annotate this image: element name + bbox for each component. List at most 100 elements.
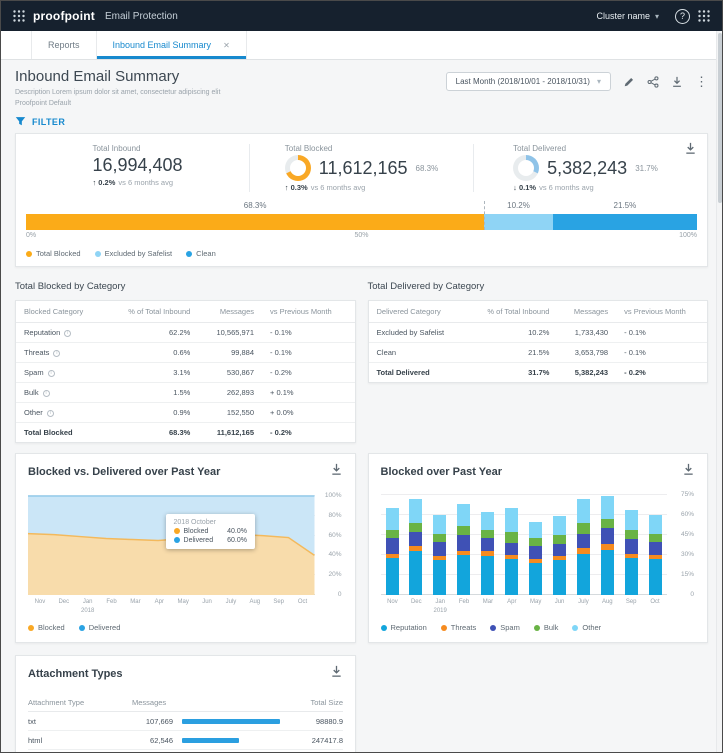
area-chart-x-axis: NovDecJan2018FebMarAprMayJunJulyAugSepOc… xyxy=(28,598,315,616)
attachments-download-icon[interactable] xyxy=(330,665,343,683)
cell-percent: 3.1% xyxy=(105,363,198,383)
filter-button[interactable]: FILTER xyxy=(15,116,708,127)
legend-label: Clean xyxy=(196,249,216,258)
area-chart-plot[interactable]: 100%80%60%40%20%02018 OctoberBlocked40.0… xyxy=(28,491,315,595)
stacked-bar-column[interactable] xyxy=(529,491,542,595)
stacked-bar[interactable] xyxy=(26,214,697,230)
stacked-bar-column[interactable] xyxy=(433,491,446,595)
stacked-bar-column[interactable] xyxy=(649,491,662,595)
cluster-name-label: Cluster name xyxy=(596,11,650,21)
y-axis-tick-label: 45% xyxy=(681,531,694,538)
legend-item: Clean xyxy=(186,249,216,258)
summary-card: Total Inbound 16,994,408 ↑ 0.2% vs 6 mon… xyxy=(15,133,708,267)
bar-segment-spam xyxy=(409,532,422,545)
area-chart-download-icon[interactable] xyxy=(330,463,343,481)
cell-messages: 530,867 xyxy=(198,363,262,383)
bar-segment-bulk xyxy=(481,530,494,538)
cell-category: Total Blocked xyxy=(16,423,105,443)
bar-segment[interactable] xyxy=(553,214,697,230)
up-arrow-icon: ↑ xyxy=(92,178,96,187)
download-icon[interactable] xyxy=(671,76,683,88)
attachment-types-card: Attachment Types Attachment Type Message… xyxy=(15,655,356,753)
info-icon[interactable]: i xyxy=(48,370,55,377)
attachment-bar-zone xyxy=(182,738,285,743)
bars-container xyxy=(381,491,668,595)
scrollbar-thumb[interactable] xyxy=(718,33,722,203)
legend-label: Other xyxy=(582,623,601,632)
apps-grid-icon[interactable] xyxy=(13,10,25,22)
help-icon[interactable]: ? xyxy=(675,9,690,24)
x-axis-tick-label: Apr xyxy=(500,598,524,616)
tooltip-dot xyxy=(174,528,180,534)
stacked-bar-column[interactable] xyxy=(625,491,638,595)
edit-icon[interactable] xyxy=(623,76,635,88)
stacked-bar-column[interactable] xyxy=(457,491,470,595)
info-icon[interactable]: i xyxy=(64,330,71,337)
info-icon[interactable]: i xyxy=(53,350,60,357)
stacked-bar-column[interactable] xyxy=(553,491,566,595)
bar-segment-bulk xyxy=(601,519,614,528)
bar-segment[interactable] xyxy=(484,214,552,230)
axis-tick: 100% xyxy=(679,232,697,239)
legend-label: Excluded by Safelist xyxy=(105,249,173,258)
bar-segment-spam xyxy=(649,542,662,555)
cell-vs-previous: - 0.1% xyxy=(616,343,707,363)
attachment-row: html62,546247417.8 xyxy=(28,731,343,750)
kebab-menu-icon[interactable]: ⋮ xyxy=(695,76,708,88)
col-messages: Messages xyxy=(132,698,285,707)
stacked-bar-column[interactable] xyxy=(409,491,422,595)
description-line-2: Proofpoint Default xyxy=(15,100,71,107)
category-tables: Total Blocked by Category Blocked Catego… xyxy=(15,277,708,443)
y-axis-tick-label: 0 xyxy=(338,591,342,598)
stacked-bar-column[interactable] xyxy=(505,491,518,595)
bar-segment-spam xyxy=(505,543,518,555)
cell-percent: 31.7% xyxy=(466,363,557,383)
column-header: Messages xyxy=(557,301,616,323)
cell-vs-previous: + 0.0% xyxy=(262,403,354,423)
vertical-scrollbar[interactable] xyxy=(716,31,722,752)
stacked-bar-column[interactable] xyxy=(386,491,399,595)
chart-title: Blocked over Past Year xyxy=(381,466,502,478)
cell-category: Bulki xyxy=(16,383,105,403)
summary-download-icon[interactable] xyxy=(684,142,697,160)
bar-segment-other xyxy=(505,508,518,532)
bar-segment-bulk xyxy=(433,534,446,542)
bar-chart-plot[interactable]: 75%60%45%30%15%0 xyxy=(381,491,668,595)
share-icon[interactable] xyxy=(647,76,659,88)
cell-category: Threatsi xyxy=(16,343,105,363)
bar-segment-spam xyxy=(457,535,470,551)
bar-segment[interactable] xyxy=(26,214,484,230)
bar-chart-download-icon[interactable] xyxy=(682,463,695,481)
bar-segment-reputation xyxy=(505,559,518,595)
page-title: Inbound Email Summary xyxy=(15,68,220,85)
tab-inbound-email-summary[interactable]: Inbound Email Summary ✕ xyxy=(97,31,247,59)
table-total-row: Total Blocked68.3%11,612,165- 0.2% xyxy=(16,423,355,443)
table-row: Threatsi0.6%99,884- 0.1% xyxy=(16,343,355,363)
tab-reports[interactable]: Reports xyxy=(31,31,97,59)
metric-value: 16,994,408 xyxy=(92,155,182,176)
bar-segment-reputation xyxy=(601,550,614,595)
metric-delta: ↓ 0.1% vs 6 months avg xyxy=(513,183,594,192)
chart-tooltip: 2018 OctoberBlocked40.0%Delivered60.0% xyxy=(166,514,255,549)
x-axis-tick-label: Dec xyxy=(52,598,76,616)
x-axis-tick-label: Oct xyxy=(291,598,315,616)
stacked-bar-column[interactable] xyxy=(601,491,614,595)
attachment-bar-zone xyxy=(182,719,285,724)
close-tab-icon[interactable]: ✕ xyxy=(223,41,230,50)
table-row: Spami3.1%530,867- 0.2% xyxy=(16,363,355,383)
delivered-table-title: Total Delivered by Category xyxy=(368,281,709,292)
cell-percent: 0.9% xyxy=(105,403,198,423)
bar-segment-other xyxy=(481,512,494,529)
bar-segment-spam xyxy=(386,538,399,554)
info-icon[interactable]: i xyxy=(47,410,54,417)
bar-segment-reputation xyxy=(409,551,422,595)
column-header: Delivered Category xyxy=(369,301,467,323)
info-icon[interactable]: i xyxy=(43,390,50,397)
stacked-bar-column[interactable] xyxy=(577,491,590,595)
topbar: proofpoint Email Protection Cluster name… xyxy=(1,1,722,31)
stacked-bar-column[interactable] xyxy=(481,491,494,595)
cell-vs-previous: - 0.2% xyxy=(262,423,354,443)
cluster-selector[interactable]: Cluster name ▾ xyxy=(596,11,659,21)
date-range-dropdown[interactable]: Last Month (2018/10/01 - 2018/10/31) ▾ xyxy=(446,72,611,91)
apps-grid-icon-right[interactable] xyxy=(698,10,710,22)
